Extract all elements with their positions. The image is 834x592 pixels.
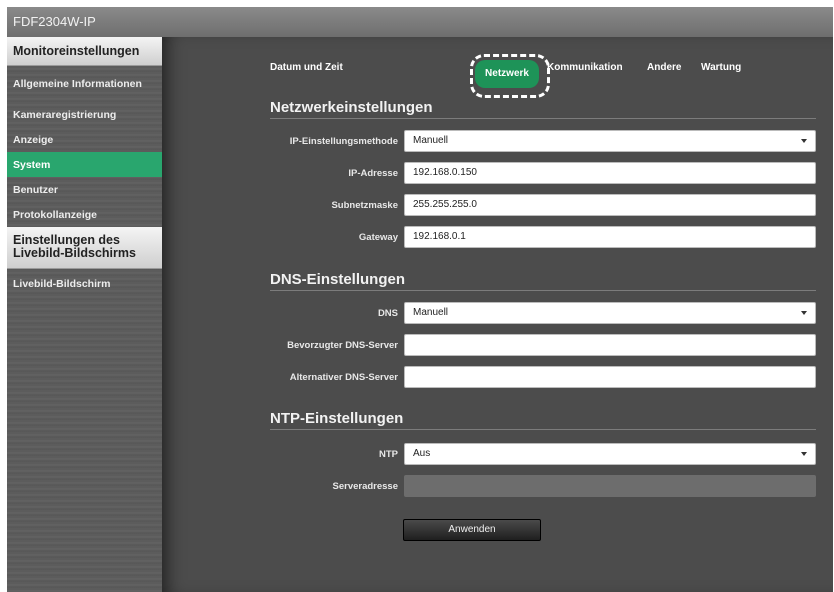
ip-method-select[interactable]: Manuell [404, 130, 816, 152]
dns-mode-label: DNS [377, 308, 398, 319]
subnet-input[interactable]: 255.255.255.0 [404, 194, 816, 216]
apply-button[interactable]: Anwenden [403, 519, 541, 541]
preferred-dns-label: Bevorzugter DNS-Server [287, 340, 398, 351]
preferred-dns-input[interactable] [404, 334, 816, 356]
alternative-dns-input[interactable] [404, 366, 816, 388]
sidebar-section-live-screen-settings[interactable]: Einstellungen des Livebild-Bildschirms [7, 227, 162, 269]
gateway-label: Gateway [358, 232, 398, 243]
sidebar-item-label: Livebild-Bildschirm [13, 277, 111, 290]
sidebar-item-log-view[interactable]: Protokollanzeige [7, 202, 162, 227]
ntp-mode-label: NTP [379, 449, 398, 460]
sidebar-item-label: Anzeige [13, 133, 54, 146]
sidebar-item-display[interactable]: Anzeige [7, 127, 162, 152]
ip-address-input[interactable]: 192.168.0.150 [404, 162, 816, 184]
gateway-input[interactable]: 192.168.0.1 [404, 226, 816, 248]
sidebar-item-general-info[interactable]: Allgemeine Informationen [7, 66, 162, 102]
window-title: FDF2304W-IP [7, 7, 833, 37]
ntp-mode-select[interactable]: Aus [404, 443, 816, 465]
tab-communication[interactable]: Kommunikation [547, 62, 623, 73]
sidebar-item-label: System [13, 158, 51, 171]
chevron-down-icon [801, 139, 807, 143]
sidebar-section-monitor-settings[interactable]: Monitoreinstellungen [7, 37, 162, 66]
tab-other[interactable]: Andere [647, 62, 681, 73]
tab-date-time[interactable]: Datum und Zeit [270, 62, 343, 73]
server-address-input [404, 475, 816, 497]
ntp-mode-value: Aus [413, 448, 431, 459]
app-frame: FDF2304W-IP Monitoreinstellungen Allgeme… [7, 7, 833, 592]
dns-mode-value: Manuell [413, 307, 449, 318]
tab-maintenance[interactable]: Wartung [701, 62, 741, 73]
sidebar-item-label: Allgemeine Informationen [13, 77, 142, 90]
alternative-dns-label: Alternativer DNS-Server [289, 372, 398, 383]
ip-address-label: IP-Adresse [348, 168, 398, 179]
ip-method-label: IP-Einstellungsmethode [289, 136, 398, 147]
sidebar-item-live-screen[interactable]: Livebild-Bildschirm [7, 271, 162, 296]
sidebar: Monitoreinstellungen Allgemeine Informat… [7, 37, 162, 592]
sidebar-item-camera-registration[interactable]: Kameraregistrierung [7, 102, 162, 127]
sidebar-item-label: Protokollanzeige [13, 208, 98, 221]
section-title-dns: DNS-Einstellungen [270, 271, 816, 291]
sidebar-item-label: Kameraregistrierung [13, 108, 117, 121]
sidebar-item-label: Benutzer [13, 183, 58, 196]
ip-method-value: Manuell [413, 135, 449, 146]
section-title-ntp: NTP-Einstellungen [270, 410, 816, 430]
server-address-label: Serveradresse [332, 481, 399, 492]
section-title-network: Netzwerkeinstellungen [270, 99, 816, 119]
dns-mode-select[interactable]: Manuell [404, 302, 816, 324]
main-panel: Datum und Zeit Netzwerk Kommunikation An… [162, 37, 833, 592]
tab-network[interactable]: Netzwerk [475, 60, 539, 88]
sidebar-item-system[interactable]: System [7, 152, 162, 177]
sidebar-item-users[interactable]: Benutzer [7, 177, 162, 202]
chevron-down-icon [801, 452, 807, 456]
chevron-down-icon [801, 311, 807, 315]
subnet-label: Subnetzmaske [331, 200, 398, 211]
